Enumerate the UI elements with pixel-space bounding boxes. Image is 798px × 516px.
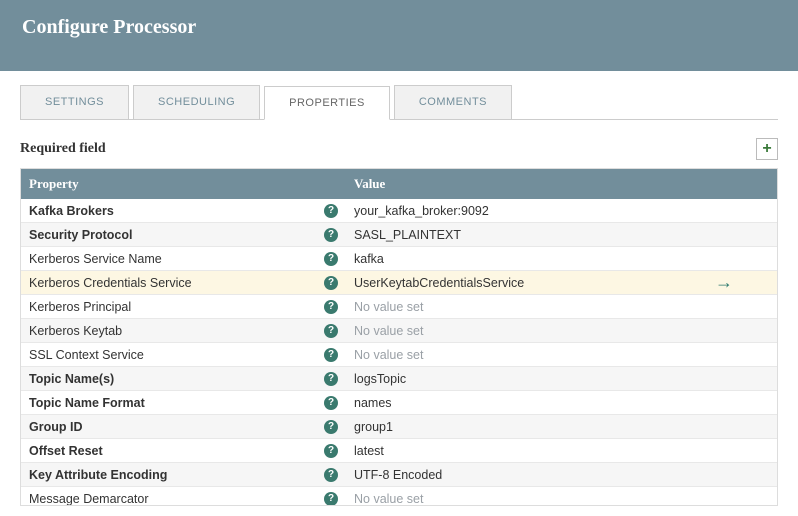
tab-strip: SETTINGSSCHEDULINGPROPERTIESCOMMENTS xyxy=(20,85,778,120)
property-value[interactable]: kafka xyxy=(346,252,697,266)
table-row[interactable]: Offset Reset? latest xyxy=(21,439,777,463)
table-header: Property Value xyxy=(21,169,777,199)
property-value[interactable]: UserKeytabCredentialsService xyxy=(346,276,697,290)
table-row[interactable]: Kerberos Credentials Service? UserKeytabC… xyxy=(21,271,777,295)
help-icon[interactable]: ? xyxy=(324,468,338,482)
properties-table: Property Value Kafka Brokers? your_kafka_… xyxy=(20,168,778,506)
property-value[interactable]: names xyxy=(346,396,697,410)
help-icon[interactable]: ? xyxy=(324,204,338,218)
property-value[interactable]: UTF-8 Encoded xyxy=(346,468,697,482)
property-name: Kerberos Principal xyxy=(29,300,324,314)
property-name: SSL Context Service xyxy=(29,348,324,362)
table-row[interactable]: SSL Context Service? No value set xyxy=(21,343,777,367)
property-value[interactable]: latest xyxy=(346,444,697,458)
table-row[interactable]: Kerberos Service Name? kafka xyxy=(21,247,777,271)
table-row[interactable]: Kafka Brokers? your_kafka_broker:9092 xyxy=(21,199,777,223)
help-icon[interactable]: ? xyxy=(324,300,338,314)
property-value[interactable]: group1 xyxy=(346,420,697,434)
help-icon[interactable]: ? xyxy=(324,444,338,458)
help-icon[interactable]: ? xyxy=(324,492,338,506)
dialog-title: Configure Processor xyxy=(0,0,798,71)
required-field-label: Required field xyxy=(20,141,106,157)
help-icon[interactable]: ? xyxy=(324,228,338,242)
table-row[interactable]: Security Protocol? SASL_PLAINTEXT xyxy=(21,223,777,247)
property-value[interactable]: logsTopic xyxy=(346,372,697,386)
property-name: Kafka Brokers xyxy=(29,204,324,218)
goto-service-icon[interactable]: → xyxy=(715,272,733,293)
table-row[interactable]: Message Demarcator? No value set xyxy=(21,487,777,505)
help-icon[interactable]: ? xyxy=(324,252,338,266)
help-icon[interactable]: ? xyxy=(324,372,338,386)
table-row[interactable]: Topic Name Format? names xyxy=(21,391,777,415)
help-icon[interactable]: ? xyxy=(324,396,338,410)
property-name: Kerberos Credentials Service xyxy=(29,276,324,290)
column-header-value: Value xyxy=(346,176,697,192)
table-row[interactable]: Topic Name(s)? logsTopic xyxy=(21,367,777,391)
tab-properties[interactable]: PROPERTIES xyxy=(264,86,390,120)
property-value[interactable]: your_kafka_broker:9092 xyxy=(346,204,697,218)
property-name: Group ID xyxy=(29,420,324,434)
property-name: Kerberos Keytab xyxy=(29,324,324,338)
column-header-property: Property xyxy=(21,176,346,192)
help-icon[interactable]: ? xyxy=(324,276,338,290)
property-value[interactable]: No value set xyxy=(346,324,697,338)
table-row[interactable]: Kerberos Principal? No value set xyxy=(21,295,777,319)
table-row[interactable]: Kerberos Keytab? No value set xyxy=(21,319,777,343)
tab-settings[interactable]: SETTINGS xyxy=(20,85,129,119)
table-body-scroll[interactable]: Kafka Brokers? your_kafka_broker:9092 Secu… xyxy=(21,199,777,505)
property-name: Key Attribute Encoding xyxy=(29,468,324,482)
property-value[interactable]: No value set xyxy=(346,300,697,314)
help-icon[interactable]: ? xyxy=(324,420,338,434)
property-name: Message Demarcator xyxy=(29,492,324,506)
property-name: Offset Reset xyxy=(29,444,324,458)
property-value[interactable]: SASL_PLAINTEXT xyxy=(346,228,697,242)
property-name: Topic Name Format xyxy=(29,396,324,410)
property-value[interactable]: No value set xyxy=(346,348,697,362)
table-row[interactable]: Group ID? group1 xyxy=(21,415,777,439)
tab-scheduling[interactable]: SCHEDULING xyxy=(133,85,260,119)
tab-comments[interactable]: COMMENTS xyxy=(394,85,512,119)
help-icon[interactable]: ? xyxy=(324,348,338,362)
property-value[interactable]: No value set xyxy=(346,492,697,506)
add-property-button[interactable]: + xyxy=(756,138,778,160)
property-name: Topic Name(s) xyxy=(29,372,324,386)
property-name: Security Protocol xyxy=(29,228,324,242)
help-icon[interactable]: ? xyxy=(324,324,338,338)
property-name: Kerberos Service Name xyxy=(29,252,324,266)
table-row[interactable]: Key Attribute Encoding? UTF-8 Encoded xyxy=(21,463,777,487)
